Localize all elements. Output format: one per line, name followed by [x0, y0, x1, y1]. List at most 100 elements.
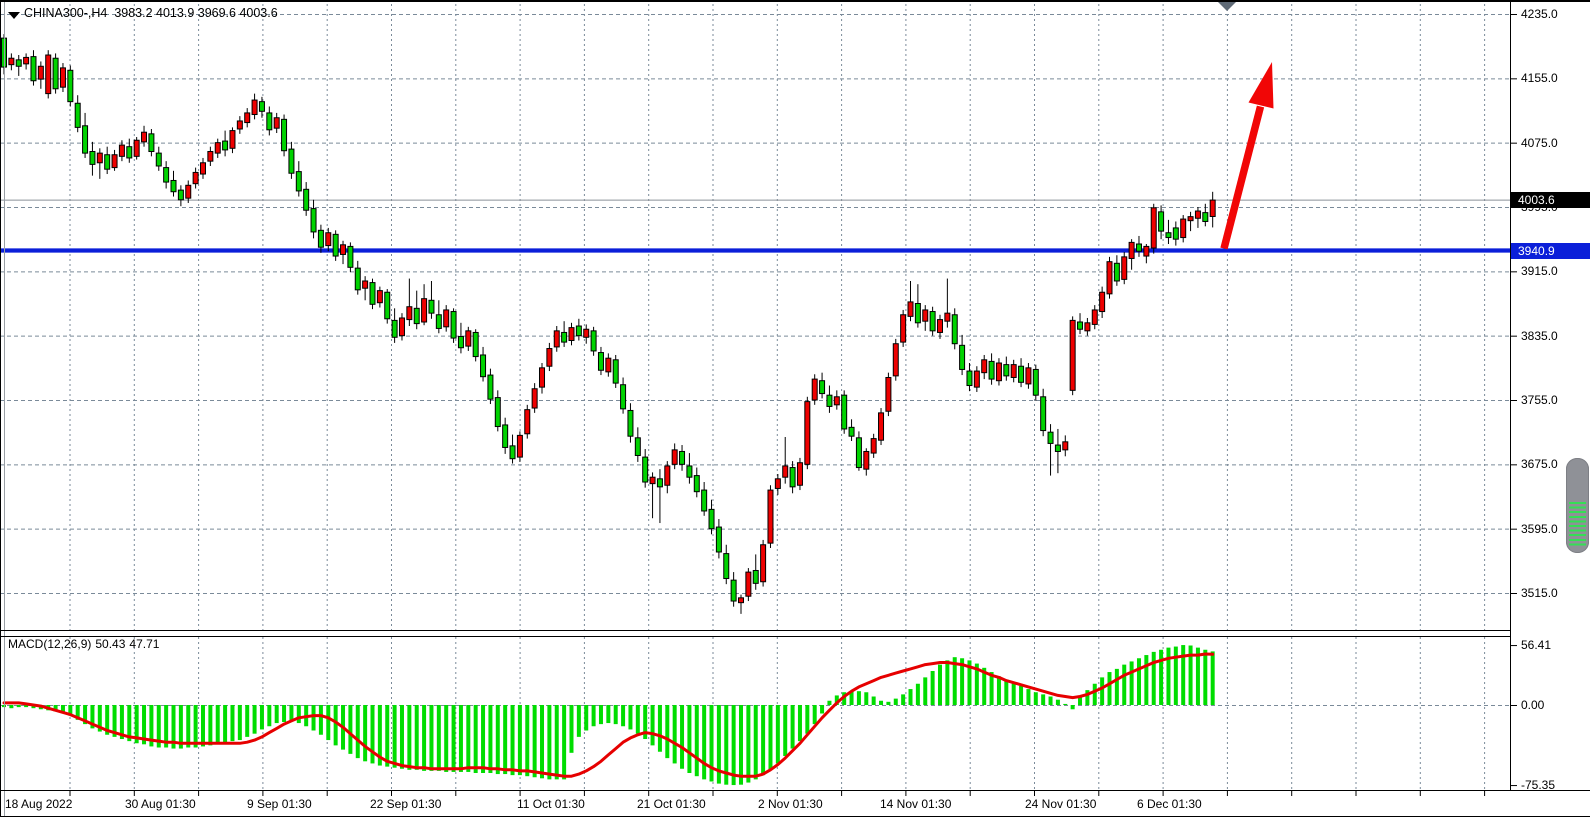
candle: [245, 113, 250, 123]
macd-bar: [1004, 680, 1008, 706]
macd-bar: [540, 705, 544, 778]
macd-bar: [872, 697, 876, 706]
scrollbar-thumb[interactable]: [1566, 458, 1589, 553]
candle: [1195, 211, 1200, 218]
macd-bar: [260, 705, 264, 729]
candle: [503, 425, 508, 448]
pointer-triangle-icon: [1218, 2, 1236, 11]
macd-bar: [894, 699, 898, 705]
candle: [1181, 219, 1186, 237]
time-tick-label: 6 Dec 01:30: [1137, 797, 1202, 811]
macd-bar: [761, 705, 765, 775]
time-tick-label: 18 Aug 2022: [5, 797, 72, 811]
candle: [473, 332, 478, 356]
trend-arrow-shaft[interactable]: [1224, 107, 1261, 249]
trend-arrow[interactable]: [1224, 62, 1274, 249]
candle: [945, 313, 950, 321]
price-tick-label: 4075.0: [1521, 136, 1558, 150]
macd-bar: [791, 705, 795, 749]
macd-bar: [503, 705, 507, 774]
macd-bar: [710, 705, 714, 782]
macd-bar: [938, 665, 942, 705]
macd-bar: [267, 705, 271, 726]
macd-bar: [275, 705, 279, 723]
candle: [348, 246, 353, 267]
candle: [164, 168, 169, 182]
candle: [1011, 365, 1016, 378]
macd-tick-label: -75.35: [1521, 778, 1555, 792]
candle: [680, 451, 685, 464]
candle: [385, 292, 390, 319]
current-price-badge: 4003.6: [1511, 192, 1590, 208]
candle: [871, 439, 876, 453]
candle: [1136, 244, 1141, 251]
macd-bar: [1152, 652, 1156, 705]
candle: [820, 381, 825, 394]
macd-bar: [665, 705, 669, 758]
candle: [495, 398, 500, 427]
candle: [429, 300, 434, 313]
candle: [864, 451, 869, 469]
macd-bar: [813, 705, 817, 724]
candle: [960, 345, 965, 369]
candle: [223, 141, 228, 150]
macd-bar: [636, 705, 640, 734]
macd-bar: [9, 705, 13, 708]
candle: [591, 331, 596, 351]
candle: [974, 371, 979, 387]
candle: [1114, 263, 1119, 281]
candle: [1085, 323, 1090, 331]
symbol-period-label: CHINA300-,H4: [24, 6, 107, 20]
macd-bar: [732, 705, 736, 785]
dropdown-triangle-icon[interactable]: [8, 12, 20, 19]
candle: [31, 57, 36, 81]
macd-bar: [1034, 692, 1038, 705]
macd-bar: [326, 705, 330, 740]
candle: [635, 438, 640, 456]
grid-layer: [0, 4, 1510, 790]
macd-bar: [555, 705, 559, 779]
macd-bar: [1174, 647, 1178, 705]
candle: [739, 598, 744, 603]
macd-bar: [1211, 651, 1215, 705]
macd-bar: [695, 705, 699, 776]
macd-bar: [945, 660, 949, 705]
candle: [849, 427, 854, 436]
macd-bar: [673, 705, 677, 763]
time-tick-label: 24 Nov 01:30: [1025, 797, 1096, 811]
candle: [613, 360, 618, 383]
candle: [731, 580, 736, 601]
macd-bar: [452, 705, 456, 772]
candle: [282, 119, 287, 150]
candle: [9, 58, 14, 64]
macd-tick-label: 56.41: [1521, 638, 1551, 652]
time-tick-label: 21 Oct 01:30: [637, 797, 706, 811]
candle: [1122, 257, 1127, 280]
macd-tick-label: 0.00: [1521, 698, 1544, 712]
candle: [1004, 365, 1009, 376]
candle: [68, 70, 73, 101]
chart-canvas[interactable]: [0, 0, 1590, 825]
trend-arrow-head[interactable]: [1249, 62, 1274, 109]
candle: [893, 344, 898, 376]
macd-bar: [208, 705, 212, 745]
candle: [134, 140, 139, 156]
candle: [805, 402, 810, 465]
candle: [761, 545, 766, 582]
candle: [672, 450, 677, 464]
candle: [989, 361, 994, 379]
macd-bar: [1100, 677, 1104, 705]
candle: [355, 268, 360, 290]
candle: [879, 413, 884, 440]
candle: [215, 143, 220, 153]
candle: [75, 103, 80, 127]
macd-bar: [245, 705, 249, 737]
macd-bar: [194, 705, 198, 748]
candle: [1033, 369, 1038, 395]
candle: [657, 479, 662, 487]
macd-bar: [805, 705, 809, 734]
macd-bar: [798, 705, 802, 741]
macd-bar: [997, 676, 1001, 705]
candle: [178, 190, 183, 200]
candle: [1026, 368, 1031, 384]
